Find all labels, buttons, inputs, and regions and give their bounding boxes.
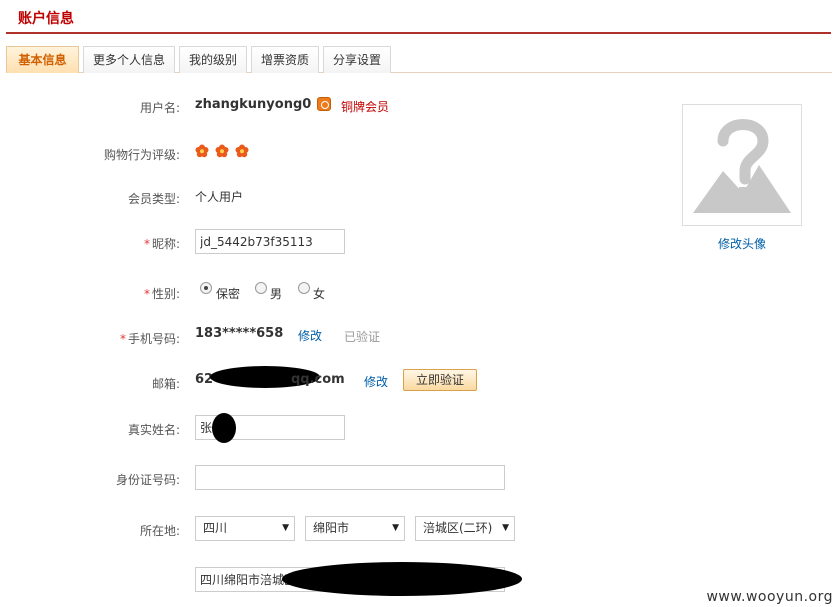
real-name-label: 真实姓名:	[127, 423, 180, 437]
required-mark: *	[143, 237, 150, 251]
verify-email-button[interactable]: 立即验证	[403, 369, 477, 391]
address-redaction	[282, 562, 522, 596]
district-select[interactable]: 涪城区(二环) ▼	[415, 516, 515, 541]
gender-radio-female[interactable]	[298, 282, 310, 294]
gender-radio-secret[interactable]	[200, 282, 212, 294]
chevron-down-icon: ▼	[282, 523, 289, 533]
avatar-placeholder-icon	[693, 119, 791, 213]
username-label: 用户名:	[139, 101, 180, 115]
tab-vat-qualification[interactable]: 增票资质	[251, 46, 319, 73]
gender-option-secret-label: 保密	[216, 287, 241, 301]
edit-avatar-link[interactable]: 修改头像	[718, 235, 766, 252]
phone-label-text: 手机号码:	[127, 332, 180, 346]
page-header: 账户信息	[0, 0, 839, 36]
city-select-value: 绵阳市	[313, 521, 350, 535]
chevron-down-icon: ▼	[500, 517, 509, 540]
email-value-suffix: qq.com	[291, 372, 345, 387]
tab-my-level[interactable]: 我的级别	[179, 46, 247, 73]
phone-verified-status: 已验证	[344, 330, 381, 344]
gender-radio-male[interactable]	[255, 282, 267, 294]
member-type-value: 个人用户	[195, 190, 244, 204]
header-divider	[6, 32, 831, 34]
watermark: www.wooyun.org	[706, 589, 833, 605]
tab-share-settings[interactable]: 分享设置	[323, 46, 391, 73]
email-edit-link[interactable]: 修改	[364, 373, 388, 390]
province-select[interactable]: 四川 ▼	[195, 516, 295, 541]
id-number-input[interactable]	[195, 465, 505, 490]
city-select[interactable]: 绵阳市 ▼	[305, 516, 405, 541]
location-label: 所在地:	[139, 524, 180, 538]
required-mark: *	[143, 287, 150, 301]
phone-label: * 手机号码:	[30, 330, 180, 347]
tab-bar: 基本信息 更多个人信息 我的级别 增票资质 分享设置	[6, 46, 832, 73]
nickname-label-text: 昵称:	[151, 237, 180, 251]
chevron-down-icon: ▼	[392, 523, 399, 533]
gender-option-male-label: 男	[270, 287, 283, 301]
member-type-label: 会员类型:	[127, 192, 180, 206]
id-number-label: 身份证号码:	[115, 473, 180, 487]
email-label: 邮箱:	[151, 377, 180, 391]
tab-basic-info[interactable]: 基本信息	[6, 46, 79, 73]
rating-label: 购物行为评级:	[103, 148, 180, 162]
flower-icon	[235, 144, 249, 158]
username-value: zhangkunyong0	[195, 97, 312, 112]
page-title: 账户信息	[18, 11, 74, 27]
gender-label: * 性别:	[30, 285, 180, 302]
flower-icon	[195, 144, 209, 158]
member-level-link[interactable]: 铜牌会员	[341, 98, 389, 115]
flower-icon	[215, 144, 229, 158]
phone-edit-link[interactable]: 修改	[298, 327, 322, 344]
member-badge-icon	[317, 97, 331, 111]
gender-option-female-label: 女	[313, 287, 326, 301]
gender-label-text: 性别:	[151, 287, 180, 301]
district-select-value: 涪城区(二环)	[423, 521, 493, 535]
required-mark: *	[119, 332, 126, 346]
nickname-label: * 昵称:	[30, 235, 180, 252]
avatar[interactable]	[682, 104, 802, 226]
real-name-redaction	[212, 413, 236, 443]
province-select-value: 四川	[203, 521, 228, 535]
nickname-input[interactable]	[195, 229, 345, 254]
phone-value: 183*****658	[195, 326, 284, 341]
tab-more-personal-info[interactable]: 更多个人信息	[83, 46, 175, 73]
